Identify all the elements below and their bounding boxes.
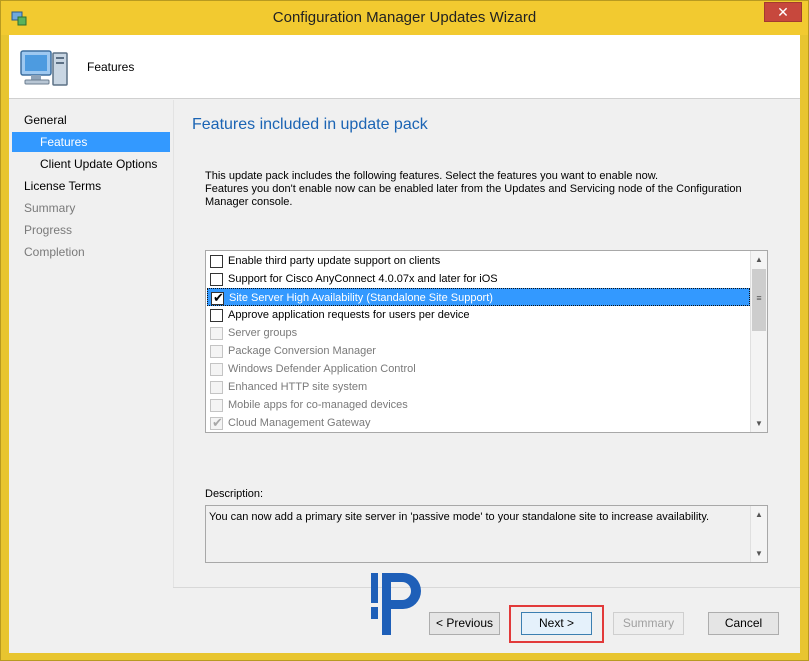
feature-label: Cloud Management Gateway bbox=[228, 417, 371, 429]
feature-row-disabled: ✔ Cloud Management Gateway bbox=[207, 414, 750, 432]
feature-row-disabled: Windows Defender Application Control bbox=[207, 360, 750, 378]
nav-item-summary: Summary bbox=[24, 201, 76, 215]
features-panel: Features included in update pack This up… bbox=[173, 100, 800, 587]
window-title: Configuration Manager Updates Wizard bbox=[272, 9, 537, 26]
checkmark-icon: ✔ bbox=[212, 415, 223, 430]
feature-label: Package Conversion Manager bbox=[228, 345, 376, 357]
watermark-logo-icon bbox=[371, 573, 421, 635]
description-label: Description: bbox=[205, 488, 264, 500]
feature-row-disabled: Mobile apps for co-managed devices bbox=[207, 396, 750, 414]
title-bar[interactable]: Configuration Manager Updates Wizard ✕ bbox=[1, 1, 808, 35]
feature-row-disabled: Package Conversion Manager bbox=[207, 342, 750, 360]
feature-checkbox-disabled bbox=[210, 363, 223, 376]
feature-label: Approve application requests for users p… bbox=[228, 309, 470, 321]
intro-line-1: This update pack includes the following … bbox=[205, 170, 659, 182]
next-button[interactable]: Next > bbox=[521, 612, 592, 635]
feature-row-disabled: Server groups bbox=[207, 324, 750, 342]
scroll-down-icon[interactable]: ▼ bbox=[751, 415, 767, 432]
page-title: Features bbox=[87, 60, 135, 74]
feature-label: Enable third party update support on cli… bbox=[228, 255, 441, 267]
previous-button[interactable]: < Previous bbox=[429, 612, 500, 635]
computer-icon bbox=[20, 50, 68, 86]
feature-checkbox-disabled bbox=[210, 381, 223, 394]
scroll-thumb[interactable]: ≡ bbox=[752, 269, 766, 331]
feature-label: Server groups bbox=[228, 327, 298, 339]
intro-text: This update pack includes the following … bbox=[205, 170, 765, 209]
feature-list[interactable]: Enable third party update support on cli… bbox=[205, 250, 768, 433]
feature-row[interactable]: Support for Cisco AnyConnect 4.0.07x and… bbox=[207, 270, 750, 288]
feature-row-disabled: Enhanced HTTP site system bbox=[207, 378, 750, 396]
feature-label: Support for Cisco AnyConnect 4.0.07x and… bbox=[228, 273, 498, 285]
description-text: You can now add a primary site server in… bbox=[209, 511, 710, 523]
nav-item-completion: Completion bbox=[24, 245, 85, 259]
feature-label: Windows Defender Application Control bbox=[228, 363, 416, 375]
nav-item-features[interactable]: Features bbox=[12, 132, 170, 152]
feature-checkbox-disabled bbox=[210, 399, 223, 412]
feature-row[interactable]: Approve application requests for users p… bbox=[207, 306, 750, 324]
feature-label: Mobile apps for co-managed devices bbox=[228, 399, 408, 411]
scroll-down-icon[interactable]: ▼ bbox=[751, 545, 767, 562]
nav-item-general[interactable]: General bbox=[12, 110, 170, 130]
summary-button: Summary bbox=[613, 612, 684, 635]
wizard-window: Configuration Manager Updates Wizard ✕ F… bbox=[0, 0, 809, 661]
wizard-footer: < Previous Next > Summary Cancel bbox=[173, 587, 800, 653]
wizard-header: Features bbox=[9, 35, 800, 99]
feature-checkbox-disabled-checked: ✔ bbox=[210, 415, 223, 430]
feature-list-scrollbar[interactable]: ▲ ≡ ▼ bbox=[750, 251, 767, 432]
feature-label: Site Server High Availability (Standalon… bbox=[229, 292, 493, 304]
nav-item-license-terms[interactable]: License Terms bbox=[12, 176, 170, 196]
feature-checkbox[interactable] bbox=[210, 309, 223, 322]
feature-label: Enhanced HTTP site system bbox=[228, 381, 368, 393]
feature-checkbox-checked[interactable]: ✔ bbox=[211, 290, 224, 305]
description-scrollbar[interactable]: ▲ ▼ bbox=[750, 506, 767, 562]
wizard-nav: General Features Client Update Options L… bbox=[9, 100, 173, 653]
checkmark-icon: ✔ bbox=[213, 290, 224, 305]
feature-row-selected[interactable]: ✔ Site Server High Availability (Standal… bbox=[207, 288, 750, 306]
feature-row[interactable]: Enable third party update support on cli… bbox=[207, 252, 750, 270]
close-icon: ✕ bbox=[777, 4, 789, 20]
feature-checkbox[interactable] bbox=[210, 255, 223, 268]
scroll-up-icon[interactable]: ▲ bbox=[751, 251, 767, 268]
scroll-up-icon[interactable]: ▲ bbox=[751, 506, 767, 523]
section-heading: Features included in update pack bbox=[192, 116, 428, 133]
intro-line-2: Features you don't enable now can be ena… bbox=[205, 183, 742, 208]
feature-checkbox-disabled bbox=[210, 345, 223, 358]
cancel-button[interactable]: Cancel bbox=[708, 612, 779, 635]
close-button[interactable]: ✕ bbox=[764, 2, 802, 22]
nav-item-client-update-options[interactable]: Client Update Options bbox=[12, 154, 170, 174]
description-box[interactable]: You can now add a primary site server in… bbox=[205, 505, 768, 563]
feature-checkbox[interactable] bbox=[210, 273, 223, 286]
feature-checkbox-disabled bbox=[210, 327, 223, 340]
nav-item-progress: Progress bbox=[24, 223, 73, 237]
wizard-client-area: Features General Features Client Update … bbox=[9, 35, 800, 653]
grip-icon: ≡ bbox=[756, 293, 762, 303]
